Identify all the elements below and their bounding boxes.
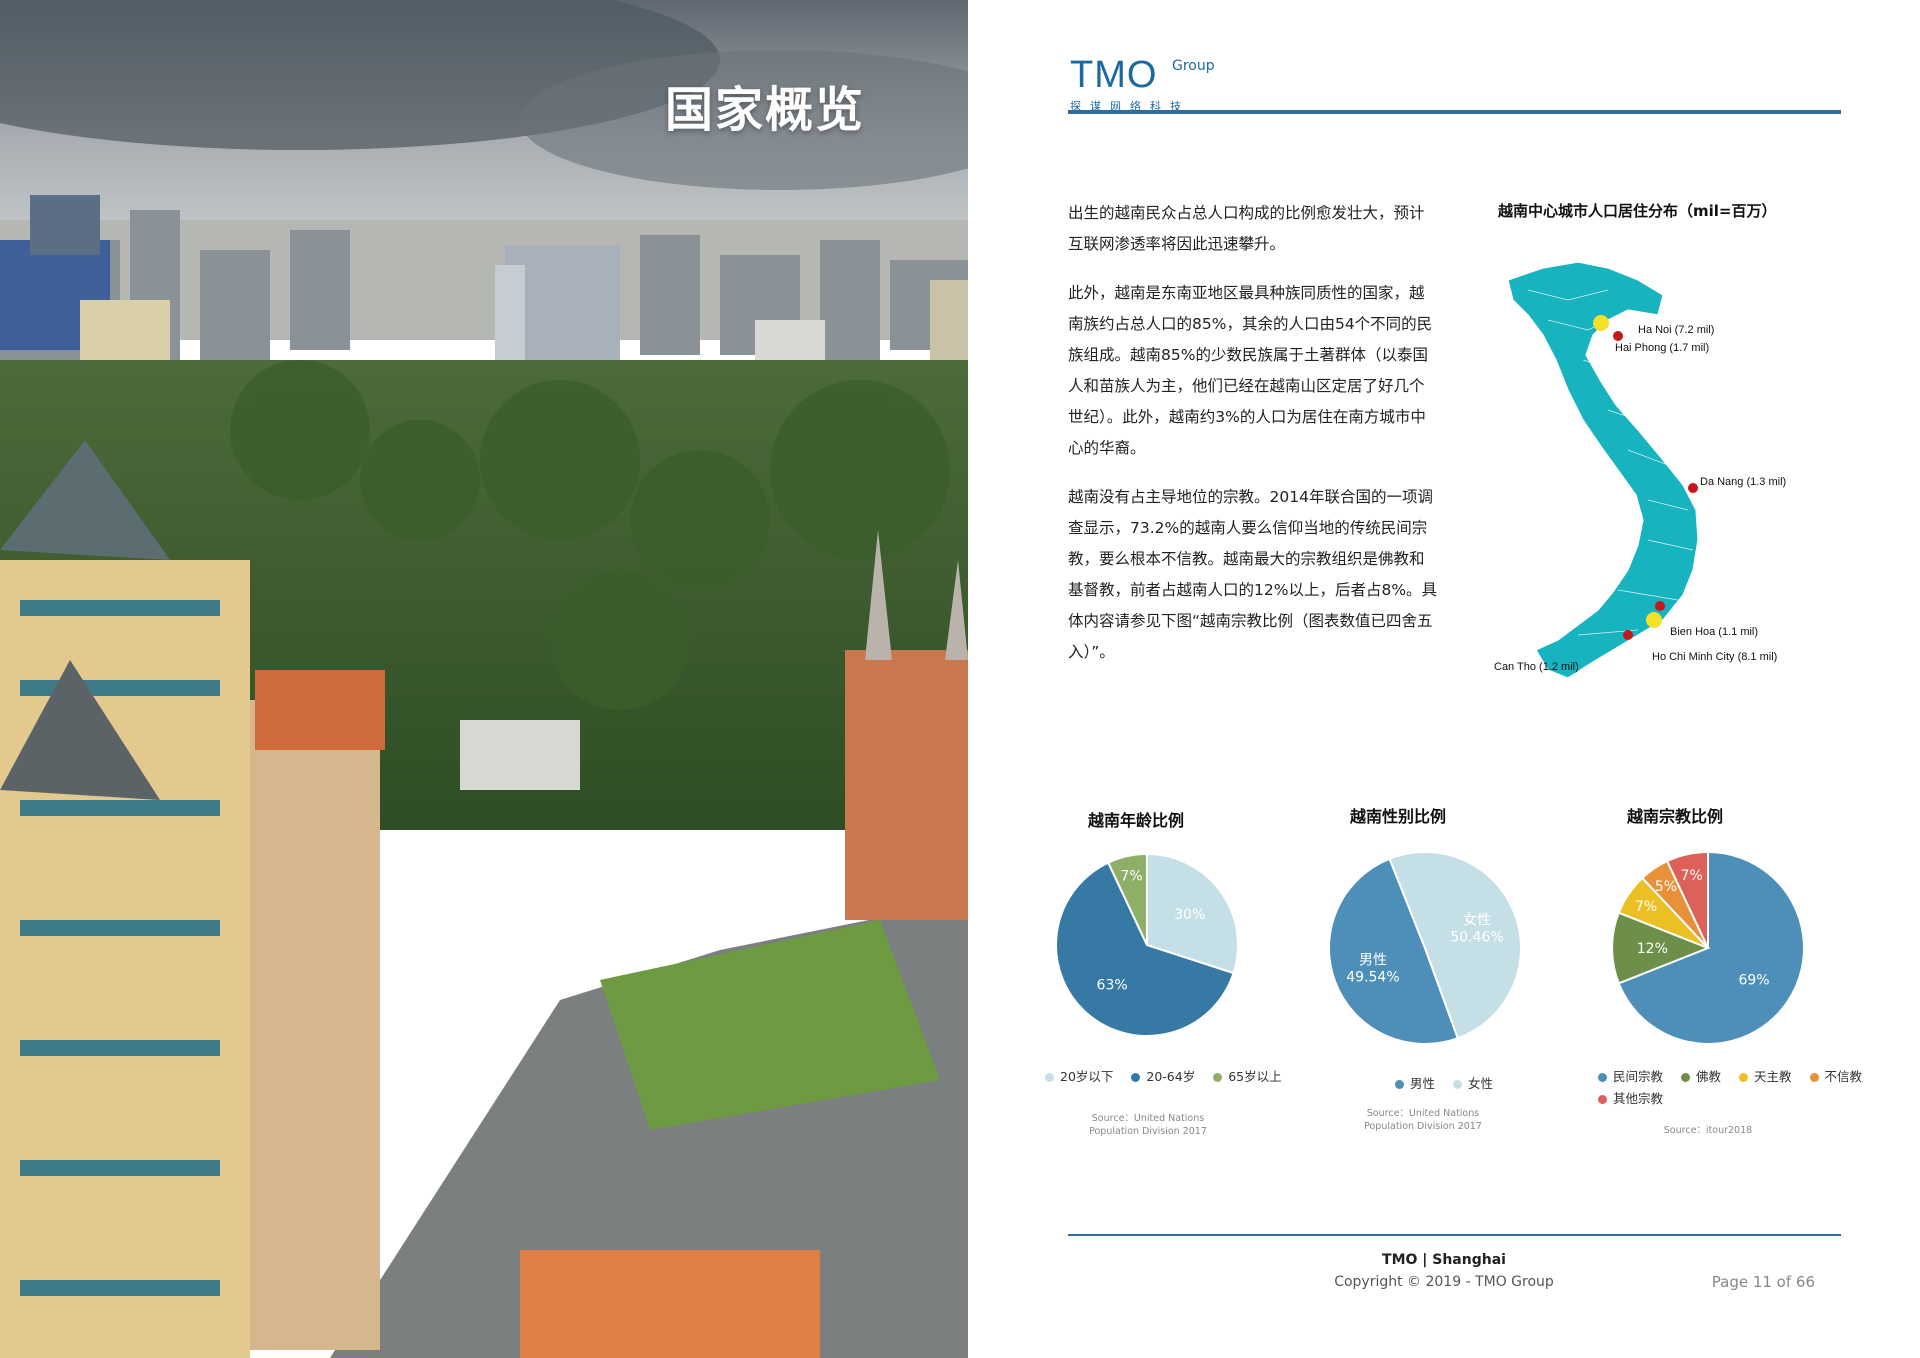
pie-value-label: 30%: [1174, 907, 1205, 923]
religion-pie-source: Source：itour2018: [1663, 1125, 1753, 1136]
da-nang-marker: [1688, 483, 1698, 493]
religion-pie-title: 越南宗教比例: [1626, 807, 1723, 826]
pie-value-label: 7%: [1635, 899, 1657, 915]
pie-value-label: 63%: [1097, 978, 1128, 994]
legend-item: 天主教: [1739, 1066, 1792, 1088]
age-pie-source: Source：United Nations Population Division…: [1089, 1113, 1207, 1137]
religion-pie-legend: 民间宗教 佛教 天主教 不信教 其他宗教: [1598, 1066, 1898, 1110]
legend-item: 其他宗教: [1598, 1088, 1663, 1110]
legend-item: 女性: [1453, 1073, 1493, 1095]
city-label: Can Tho (1.2 mil): [1494, 661, 1579, 673]
legend-item: 20-64岁: [1131, 1066, 1195, 1088]
gender-pie-title: 越南性别比例: [1349, 807, 1446, 826]
legend-item: 佛教: [1681, 1066, 1721, 1088]
body-text: 出生的越南民众占总人口构成的比例愈发壮大，预计互联网渗透率将因此迅速攀升。 此外…: [1068, 198, 1438, 686]
saigon-aerial-photo: [0, 0, 968, 1358]
tmo-logo: TMO Group 探谋网络科技: [1070, 56, 1215, 114]
pie-value-label: 7%: [1681, 868, 1703, 884]
city-photo: [0, 0, 968, 1358]
religion-pie-chart: 69%12%7%5%7%: [1611, 850, 1805, 1045]
age-pie-legend: 20岁以下 20-64岁 65岁以上: [1045, 1066, 1296, 1088]
gender-pie-chart: 男性 49.54%女性 50.46%: [1328, 851, 1522, 1045]
map-title: 越南中心城市人口居住分布（mil=百万）: [1498, 202, 1777, 220]
paragraph: 越南没有占主导地位的宗教。2014年联合国的一项调查显示，73.2%的越南人要么…: [1068, 488, 1438, 661]
paragraph: 此外，越南是东南亚地区最具种族同质性的国家，越南族约占总人口的85%，其余的人口…: [1068, 284, 1433, 457]
logo-group-text: Group: [1172, 58, 1215, 74]
footer-rule: [1068, 1234, 1841, 1236]
age-pie-chart: 30% 63% 7%: [1055, 852, 1239, 1037]
header-rule: [1068, 110, 1841, 114]
city-label: Ha Noi (7.2 mil): [1638, 324, 1714, 336]
ho-chi-minh-marker: [1646, 612, 1662, 628]
age-pie-title: 越南年龄比例: [1087, 811, 1184, 830]
page-number: Page 11 of 66: [1711, 1273, 1815, 1291]
vietnam-map: Ha Noi (7.2 mil) Hai Phong (1.7 mil) Da …: [1494, 261, 1786, 679]
city-label: Hai Phong (1.7 mil): [1615, 342, 1709, 354]
ha-noi-marker: [1593, 315, 1609, 331]
report-page: TMO Group 探谋网络科技 出生的越南民众占总人口构成的比例愈发壮大，预计…: [968, 0, 1920, 1358]
can-tho-marker: [1623, 630, 1633, 640]
bien-hoa-marker: [1655, 601, 1665, 611]
city-label: Da Nang (1.3 mil): [1700, 476, 1786, 488]
page-title: 国家概览: [665, 82, 866, 138]
legend-item: 20岁以下: [1045, 1066, 1113, 1088]
legend-item: 65岁以上: [1213, 1066, 1282, 1088]
city-label: Ho Chi Minh City (8.1 mil): [1652, 651, 1777, 663]
gender-pie-legend: 男性 女性: [1395, 1073, 1507, 1095]
pie-value-label: 69%: [1738, 972, 1769, 988]
legend-item: 不信教: [1809, 1066, 1862, 1088]
legend-item: 男性: [1395, 1073, 1435, 1095]
gender-pie-source: Source：United Nations Population Division…: [1364, 1108, 1482, 1132]
pie-value-label: 12%: [1637, 941, 1668, 957]
paragraph: 出生的越南民众占总人口构成的比例愈发壮大，预计互联网渗透率将因此迅速攀升。: [1068, 204, 1425, 253]
hai-phong-marker: [1613, 331, 1623, 341]
pie-value-label: 7%: [1120, 869, 1142, 885]
pie-value-label: 5%: [1655, 879, 1677, 895]
footer-title: TMO | Shanghai: [1382, 1252, 1506, 1268]
legend-item: 民间宗教: [1598, 1066, 1663, 1088]
city-label: Bien Hoa (1.1 mil): [1670, 626, 1758, 638]
